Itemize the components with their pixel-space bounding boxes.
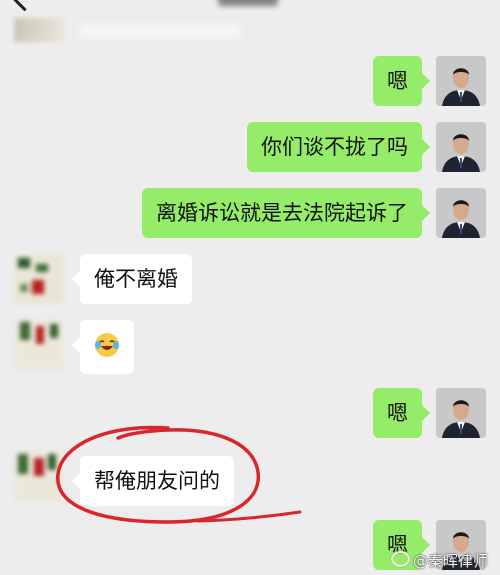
weibo-icon xyxy=(390,551,410,567)
avatar-friend-blurred[interactable] xyxy=(14,452,64,502)
watermark: @秦晖律师 xyxy=(390,550,488,571)
message-text: 你们谈不拢了吗 xyxy=(261,135,408,159)
message-bubble-me[interactable]: 你们谈不拢了吗 xyxy=(247,122,430,172)
message-text: 俺不离婚 xyxy=(94,267,178,291)
blurred-message-bubble xyxy=(80,24,240,38)
message-bubble-them[interactable]: 俺不离婚 xyxy=(72,254,192,304)
avatar-lawyer[interactable] xyxy=(436,388,486,438)
avatar-lawyer[interactable] xyxy=(436,56,486,106)
message-bubble-me[interactable]: 嗯 xyxy=(373,56,430,106)
message-bubble-them[interactable] xyxy=(72,320,134,374)
avatar-lawyer[interactable] xyxy=(436,122,486,172)
avatar-friend-blurred[interactable] xyxy=(14,320,64,370)
laughing-crying-emoji-icon xyxy=(95,333,119,357)
message-text: 嗯 xyxy=(387,401,408,425)
watermark-text: @秦晖律师 xyxy=(412,552,488,570)
message-text: 嗯 xyxy=(387,69,408,93)
message-bubble-them[interactable]: 帮俺朋友问的 xyxy=(72,456,234,506)
back-chevron-icon[interactable] xyxy=(9,0,40,12)
avatar-lawyer[interactable] xyxy=(436,188,486,238)
avatar-friend-blurred[interactable] xyxy=(14,18,64,42)
message-text: 离婚诉讼就是去法院起诉了 xyxy=(156,201,408,225)
avatar-friend-blurred[interactable] xyxy=(14,254,64,304)
chat-title-blurred xyxy=(218,0,278,6)
message-bubble-me[interactable]: 嗯 xyxy=(373,388,430,438)
message-text: 帮俺朋友问的 xyxy=(94,469,220,493)
message-bubble-me[interactable]: 离婚诉讼就是去法院起诉了 xyxy=(142,188,430,238)
